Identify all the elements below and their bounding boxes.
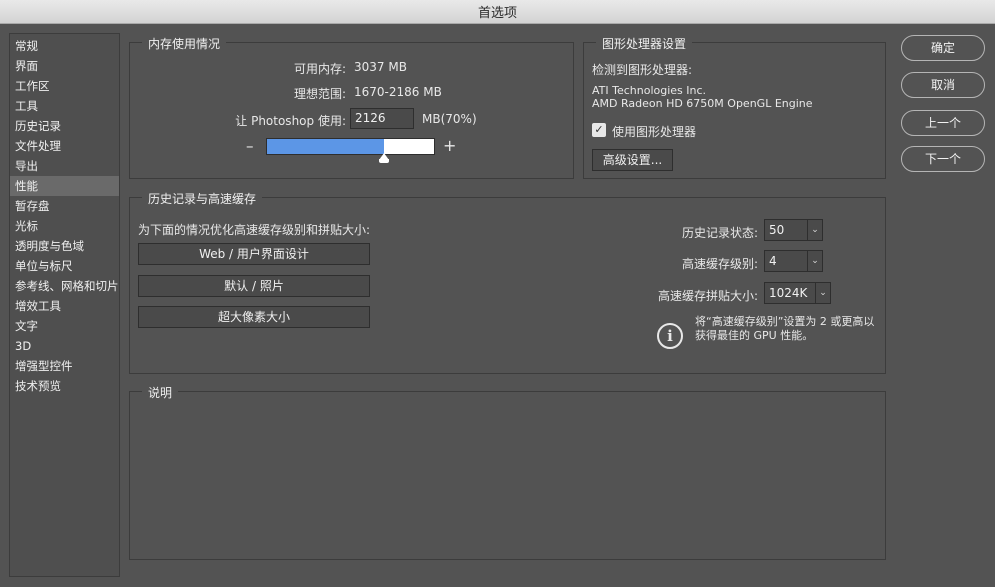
sidebar-item-tools[interactable]: 工具 bbox=[10, 96, 119, 116]
memory-usage-title: 内存使用情况 bbox=[142, 35, 227, 52]
chevron-down-icon: ⌄ bbox=[807, 220, 822, 240]
history-states-label: 历史记录状态: bbox=[681, 226, 758, 240]
use-gpu-checkbox[interactable]: ✓ bbox=[592, 123, 606, 137]
sidebar-item-interface[interactable]: 界面 bbox=[10, 56, 119, 76]
description-group: 说明 bbox=[129, 384, 886, 560]
photoshop-use-label: 让 Photoshop 使用: bbox=[235, 114, 346, 128]
use-gpu-label[interactable]: 使用图形处理器 bbox=[612, 123, 696, 140]
sidebar-item-guides-grid-slices[interactable]: 参考线、网格和切片 bbox=[10, 276, 119, 296]
cache-info-line-2: 获得最佳的 GPU 性能。 bbox=[695, 329, 814, 342]
cache-levels-value: 4 bbox=[769, 254, 777, 268]
sidebar-item-enhanced-controls[interactable]: 增强型控件 bbox=[10, 356, 119, 376]
info-icon: i bbox=[657, 323, 683, 349]
chevron-down-icon: ⌄ bbox=[815, 283, 830, 303]
description-title: 说明 bbox=[142, 384, 179, 401]
sidebar-item-workspace[interactable]: 工作区 bbox=[10, 76, 119, 96]
gpu-vendor: ATI Technologies Inc. bbox=[592, 84, 707, 97]
sidebar-item-type[interactable]: 文字 bbox=[10, 316, 119, 336]
chevron-down-icon: ⌄ bbox=[807, 251, 822, 271]
available-ram-value: 3037 MB bbox=[354, 60, 407, 74]
sidebar-item-performance[interactable]: 性能 bbox=[10, 176, 119, 196]
memory-slider-thumb-base[interactable] bbox=[379, 159, 390, 163]
window-titlebar: 首选项 bbox=[0, 0, 995, 24]
sidebar-item-technology-previews[interactable]: 技术预览 bbox=[10, 376, 119, 396]
ideal-range-label: 理想范围: bbox=[293, 87, 346, 101]
sidebar-item-transparency-gamut[interactable]: 透明度与色域 bbox=[10, 236, 119, 256]
tile-size-value: 1024K bbox=[769, 286, 808, 300]
ok-button[interactable]: 确定 bbox=[901, 35, 985, 61]
window-title: 首选项 bbox=[477, 6, 517, 21]
next-button[interactable]: 下一个 bbox=[901, 146, 985, 172]
gpu-detected-label: 检测到图形处理器: bbox=[592, 63, 693, 77]
photoshop-use-input[interactable]: 2126 bbox=[350, 108, 414, 129]
sidebar-item-3d[interactable]: 3D bbox=[10, 336, 119, 356]
preset-default-photos-button[interactable]: 默认 / 照片 bbox=[138, 275, 370, 297]
sidebar-item-units-rulers[interactable]: 单位与标尺 bbox=[10, 256, 119, 276]
slider-minus-icon[interactable]: – bbox=[246, 137, 254, 155]
sidebar-item-scratch-disks[interactable]: 暂存盘 bbox=[10, 196, 119, 216]
memory-slider-fill bbox=[267, 139, 384, 154]
advanced-settings-button[interactable]: 高级设置... bbox=[592, 149, 673, 171]
cache-levels-select[interactable]: 4 ⌄ bbox=[764, 250, 823, 272]
sidebar-item-file-handling[interactable]: 文件处理 bbox=[10, 136, 119, 156]
previous-button[interactable]: 上一个 bbox=[901, 110, 985, 136]
gpu-settings-title: 图形处理器设置 bbox=[596, 35, 693, 52]
photoshop-use-suffix: MB(70%) bbox=[422, 112, 477, 126]
ideal-range-value: 1670-2186 MB bbox=[354, 85, 442, 99]
memory-slider-track[interactable] bbox=[266, 138, 435, 155]
cache-levels-label: 高速缓存级别: bbox=[681, 257, 758, 271]
sidebar-item-general[interactable]: 常规 bbox=[10, 36, 119, 56]
preferences-sidebar: 常规 界面 工作区 工具 历史记录 文件处理 导出 性能 暂存盘 光标 透明度与… bbox=[9, 33, 120, 577]
preset-web-ui-button[interactable]: Web / 用户界面设计 bbox=[138, 243, 370, 265]
available-ram-label: 可用内存: bbox=[293, 62, 346, 76]
sidebar-item-export[interactable]: 导出 bbox=[10, 156, 119, 176]
slider-plus-icon[interactable]: + bbox=[443, 136, 456, 155]
cancel-button[interactable]: 取消 bbox=[901, 72, 985, 98]
tile-size-label: 高速缓存拼贴大小: bbox=[657, 289, 758, 303]
sidebar-item-cursors[interactable]: 光标 bbox=[10, 216, 119, 236]
history-states-value: 50 bbox=[769, 223, 785, 237]
history-states-select[interactable]: 50 ⌄ bbox=[764, 219, 823, 241]
optimize-label: 为下面的情况优化高速缓存级别和拼贴大小: bbox=[138, 223, 371, 237]
history-cache-title: 历史记录与高速缓存 bbox=[142, 190, 263, 207]
preset-huge-pixel-button[interactable]: 超大像素大小 bbox=[138, 306, 370, 328]
tile-size-select[interactable]: 1024K ⌄ bbox=[764, 282, 831, 304]
gpu-model: AMD Radeon HD 6750M OpenGL Engine bbox=[592, 97, 813, 110]
sidebar-item-history[interactable]: 历史记录 bbox=[10, 116, 119, 136]
sidebar-item-plugins[interactable]: 增效工具 bbox=[10, 296, 119, 316]
